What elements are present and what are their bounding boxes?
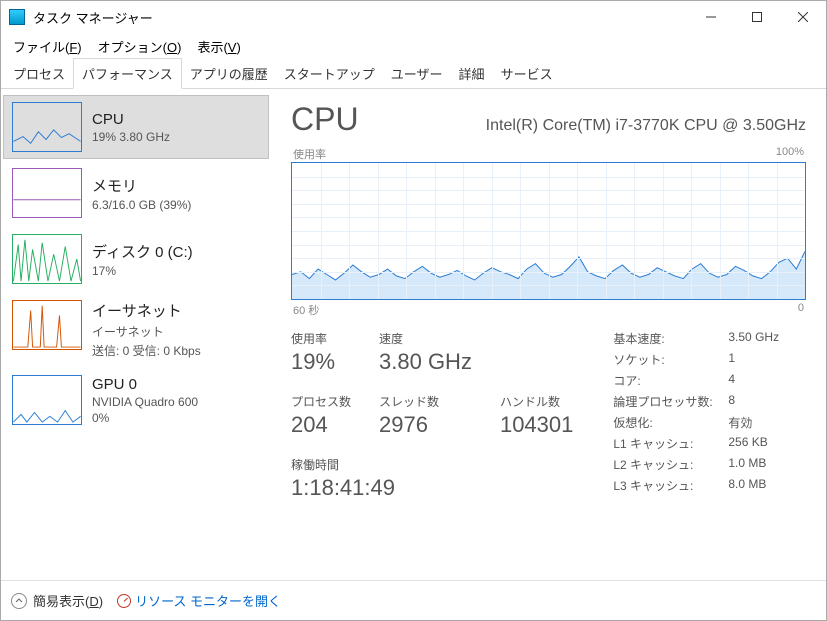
tab-3[interactable]: スタートアップ: [276, 59, 383, 88]
chart-x-right: 0: [798, 302, 804, 318]
spec-val: 256 KB: [728, 435, 767, 452]
resource-monitor-link[interactable]: リソース モニターを開く: [117, 591, 281, 610]
tab-5[interactable]: 詳細: [451, 59, 493, 88]
minimize-button[interactable]: [688, 1, 734, 33]
sidebar-item-sub2: 送信: 0 受信: 0 Kbps: [92, 342, 201, 359]
window-controls: [688, 1, 826, 33]
detail-pane: CPU Intel(R) Core(TM) i7-3770K CPU @ 3.5…: [271, 89, 826, 580]
maximize-button[interactable]: [734, 1, 780, 33]
cpu-model: Intel(R) Core(TM) i7-3770K CPU @ 3.50GHz: [383, 117, 806, 135]
sidebar-item-sub: 6.3/16.0 GB (39%): [92, 198, 191, 212]
sidebar-item-sub: 17%: [92, 264, 193, 278]
spec-row: 基本速度:3.50 GHz: [613, 330, 779, 347]
mini-chart-cpu: [12, 102, 82, 152]
chart-y-label: 使用率: [293, 146, 326, 162]
sidebar-item-mem[interactable]: メモリ 6.3/16.0 GB (39%): [3, 161, 269, 225]
spec-val: 8: [728, 393, 735, 410]
menu-file[interactable]: ファイル(F): [7, 35, 88, 58]
spec-row: 論理プロセッサ数:8: [613, 393, 779, 410]
menu-options[interactable]: オプション(O): [92, 35, 188, 58]
proc-label: プロセス数: [291, 393, 351, 410]
chevron-up-icon: [11, 593, 27, 609]
spec-row: ソケット:1: [613, 351, 779, 368]
spec-row: 仮想化:有効: [613, 414, 779, 431]
sidebar-item-gpu[interactable]: GPU 0 NVIDIA Quadro 600 0%: [3, 368, 269, 432]
cpu-specs: 基本速度:3.50 GHzソケット:1コア:4論理プロセッサ数:8仮想化:有効L…: [613, 330, 779, 501]
spec-key: 論理プロセッサ数:: [613, 393, 728, 410]
sidebar-item-title: GPU 0: [92, 376, 198, 393]
spec-row: L2 キャッシュ:1.0 MB: [613, 456, 779, 473]
sidebar-item-disk[interactable]: ディスク 0 (C:) 17%: [3, 227, 269, 291]
content: CPU 19% 3.80 GHz メモリ 6.3/16.0 GB (39%) ディスク …: [1, 89, 826, 580]
spec-val: 8.0 MB: [728, 477, 766, 494]
spec-key: 仮想化:: [613, 414, 728, 431]
window-title: タスク マネージャー: [33, 8, 688, 27]
detail-title: CPU: [291, 101, 359, 138]
sidebar-item-title: CPU: [92, 111, 170, 128]
uptime-value: 1:18:41:49: [291, 475, 573, 501]
sidebar-item-sub: 19% 3.80 GHz: [92, 130, 170, 144]
stats: 使用率 19% 速度 3.80 GHz プロセス数 204 スレッド数 2976 ハンド…: [291, 330, 806, 501]
spec-row: コア:4: [613, 372, 779, 389]
tabbar: プロセスパフォーマンスアプリの履歴スタートアップユーザー詳細サービス: [1, 59, 826, 89]
titlebar: タスク マネージャー: [1, 1, 826, 33]
tab-6[interactable]: サービス: [493, 59, 561, 88]
proc-value: 204: [291, 412, 351, 438]
sidebar-item-sub: イーサネット: [92, 323, 201, 340]
spec-val: 3.50 GHz: [728, 330, 779, 347]
spec-val: 1.0 MB: [728, 456, 766, 473]
sidebar-item-title: ディスク 0 (C:): [92, 241, 193, 262]
sidebar-item-sub2: 0%: [92, 411, 198, 425]
spec-key: L3 キャッシュ:: [613, 477, 728, 494]
footer: 簡易表示(D) リソース モニターを開く: [1, 580, 826, 620]
spec-row: L1 キャッシュ:256 KB: [613, 435, 779, 452]
menubar: ファイル(F) オプション(O) 表示(V): [1, 33, 826, 59]
spec-key: L1 キャッシュ:: [613, 435, 728, 452]
cpu-chart[interactable]: [291, 162, 806, 300]
tab-4[interactable]: ユーザー: [383, 59, 451, 88]
spec-key: コア:: [613, 372, 728, 389]
fewer-details-button[interactable]: 簡易表示(D): [11, 591, 103, 610]
sidebar-item-title: イーサネット: [92, 300, 201, 321]
spec-key: ソケット:: [613, 351, 728, 368]
spec-row: L3 キャッシュ:8.0 MB: [613, 477, 779, 494]
spec-val: 1: [728, 351, 735, 368]
spec-key: L2 キャッシュ:: [613, 456, 728, 473]
mini-chart-disk: [12, 234, 82, 284]
util-label: 使用率: [291, 330, 351, 347]
spec-val: 4: [728, 372, 735, 389]
thr-label: スレッド数: [379, 393, 472, 410]
mini-chart-eth: [12, 300, 82, 350]
sidebar-item-sub: NVIDIA Quadro 600: [92, 395, 198, 409]
chart-y-max: 100%: [776, 146, 804, 162]
close-button[interactable]: [780, 1, 826, 33]
mini-chart-mem: [12, 168, 82, 218]
hnd-label: ハンドル数: [500, 393, 573, 410]
sidebar-item-eth[interactable]: イーサネットイーサネット送信: 0 受信: 0 Kbps: [3, 293, 269, 366]
uptime-label: 稼働時間: [291, 456, 573, 473]
tab-1[interactable]: パフォーマンス: [73, 58, 182, 89]
sidebar-item-cpu[interactable]: CPU 19% 3.80 GHz: [3, 95, 269, 159]
gauge-icon: [117, 594, 131, 608]
sidebar: CPU 19% 3.80 GHz メモリ 6.3/16.0 GB (39%) ディスク …: [1, 89, 271, 580]
menu-view[interactable]: 表示(V): [191, 35, 246, 58]
spec-val: 有効: [728, 414, 752, 431]
speed-label: 速度: [379, 330, 472, 347]
sidebar-item-title: メモリ: [92, 175, 191, 196]
speed-value: 3.80 GHz: [379, 349, 472, 375]
spec-key: 基本速度:: [613, 330, 728, 347]
mini-chart-gpu: [12, 375, 82, 425]
util-value: 19%: [291, 349, 351, 375]
app-icon: [9, 9, 25, 25]
hnd-value: 104301: [500, 412, 573, 438]
chart-x-left: 60 秒: [293, 302, 319, 318]
tab-2[interactable]: アプリの履歴: [182, 59, 276, 88]
tab-0[interactable]: プロセス: [5, 59, 73, 88]
thr-value: 2976: [379, 412, 472, 438]
